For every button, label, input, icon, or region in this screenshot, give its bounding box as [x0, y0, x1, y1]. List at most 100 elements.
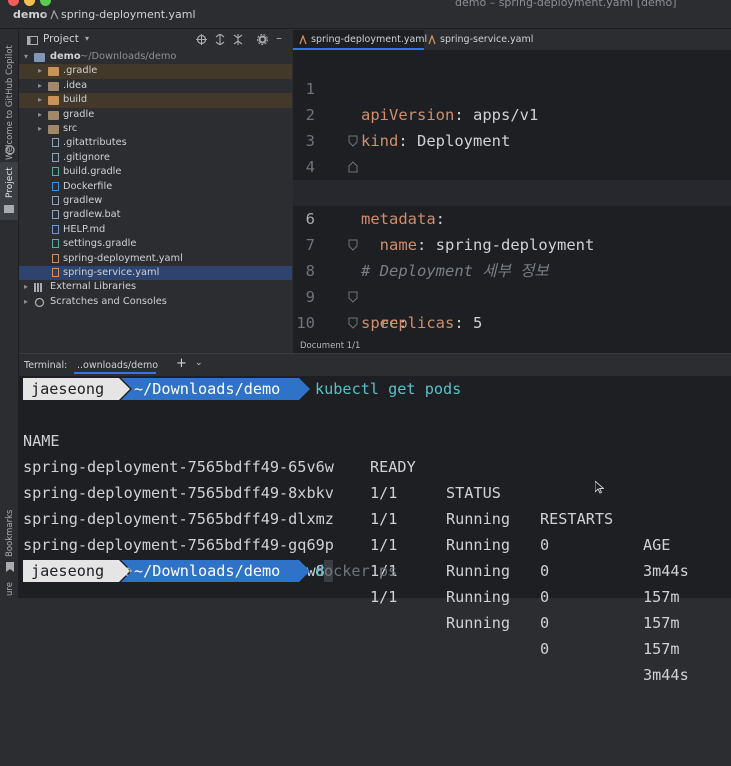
- yaml-file-icon: [428, 35, 436, 45]
- tree-item-spring-service[interactable]: spring-service.yaml: [19, 266, 292, 281]
- tree-item-scratches[interactable]: ▸ Scratches and Consoles: [19, 295, 292, 309]
- chevron-right-icon[interactable]: ▸: [35, 122, 45, 136]
- tree-item-gradlew-bat[interactable]: gradlew.bat: [19, 208, 292, 222]
- chevron-down-icon[interactable]: ⌄: [195, 358, 203, 368]
- collapse-all-icon[interactable]: [233, 34, 243, 45]
- chevron-right-icon[interactable]: ▸: [35, 64, 45, 78]
- project-view-title[interactable]: Project: [43, 33, 79, 45]
- copilot-tool-window-button[interactable]: Welcome to GitHub Copilot: [5, 45, 15, 160]
- prompt-user: jaeseong: [31, 380, 105, 398]
- pod-status: Running: [446, 614, 511, 632]
- tree-item-label: settings.gradle: [63, 238, 137, 250]
- module-folder-icon: [34, 53, 45, 62]
- fold-icon[interactable]: [348, 239, 358, 251]
- table-row: spring-deployment-7565bdff49-gq69p 1/1 R…: [23, 506, 723, 658]
- fold-end-icon[interactable]: [348, 161, 358, 173]
- fold-icon[interactable]: [348, 135, 358, 147]
- markdown-file-icon: [52, 224, 59, 234]
- tree-item-spring-deployment[interactable]: spring-deployment.yaml: [19, 252, 292, 266]
- tree-item-gradlew[interactable]: gradlew: [19, 194, 292, 208]
- tree-item-label: .idea: [63, 79, 88, 91]
- tree-item-help-md[interactable]: HELP.md: [19, 223, 292, 237]
- title-bar: demo – spring-deployment.yaml [demo] dem…: [0, 0, 731, 29]
- code-line: 3: [293, 102, 731, 150]
- command-typed: d: [315, 562, 325, 580]
- tab-spring-deployment[interactable]: spring-deployment.yaml: [293, 30, 427, 50]
- tree-item-label: spring-service.yaml: [63, 267, 160, 278]
- chevron-right-icon[interactable]: ▸: [21, 295, 31, 309]
- structure-tool-window-button[interactable]: ure: [5, 582, 15, 596]
- breadcrumb-file[interactable]: spring-deployment.yaml: [61, 8, 196, 21]
- tree-item-label: Scratches and Consoles: [50, 295, 167, 307]
- tree-item-gradle-cache[interactable]: ▸ .gradle: [19, 64, 292, 79]
- code-line: 9 replicas: 5: [293, 258, 731, 332]
- chevron-down-icon[interactable]: ▾: [85, 34, 89, 43]
- tree-item-gitattributes[interactable]: .gitattributes: [19, 136, 292, 150]
- pod-status: Running: [446, 588, 511, 606]
- yaml-file-icon: [299, 35, 307, 45]
- tree-item-label: demo: [50, 51, 81, 62]
- hide-panel-icon[interactable]: –: [276, 31, 282, 45]
- tree-item-build-gradle[interactable]: build.gradle: [19, 165, 292, 179]
- terminal-output[interactable]: jaeseong ~/Downloads/demo kubectl get po…: [19, 376, 731, 684]
- tree-item-dockerfile[interactable]: Dockerfile: [19, 180, 292, 194]
- tree-item-label: External Libraries: [50, 281, 137, 293]
- tree-item-label: build.gradle: [63, 166, 122, 178]
- code-line: 1 apiVersion: apps/v1: [293, 50, 731, 124]
- tree-item-gitignore[interactable]: .gitignore: [19, 151, 292, 165]
- pod-restarts: 0: [540, 640, 550, 658]
- tree-item-label: .gitattributes: [63, 137, 127, 149]
- folder-icon: [4, 205, 14, 213]
- chevron-right-icon[interactable]: ▸: [21, 280, 31, 294]
- pod-age: 157m: [643, 640, 680, 658]
- locate-file-icon[interactable]: [196, 34, 207, 45]
- chevron-right-icon[interactable]: ▸: [35, 108, 45, 122]
- tree-item-label: build: [63, 94, 88, 106]
- tree-item-demo[interactable]: ▾ demo ~/Downloads/demo: [19, 50, 292, 64]
- tree-item-label: Dockerfile: [63, 180, 113, 192]
- expand-all-icon[interactable]: [215, 34, 225, 45]
- terminal-prompt-line: jaeseong ~/Downloads/demo kubectl get po…: [23, 376, 723, 402]
- close-window-button[interactable]: [8, 0, 19, 6]
- scratches-icon: [34, 297, 45, 307]
- left-tool-stripe: Welcome to GitHub Copilot Project Bookma…: [0, 30, 19, 598]
- tree-item-gradle[interactable]: ▸ gradle: [19, 108, 292, 122]
- pod-age: 3m44s: [643, 666, 689, 684]
- code-line-current: 6: [293, 180, 731, 228]
- table-row: spring-deployment-7565bdff49-x9w8t 1/1 R…: [23, 532, 723, 684]
- fold-icon[interactable]: [348, 317, 358, 329]
- prompt-user: jaeseong: [31, 562, 105, 580]
- tree-item-idea[interactable]: ▸ .idea: [19, 79, 292, 93]
- pod-ready: 1/1: [370, 588, 398, 606]
- terminal-tab[interactable]: ..ownloads/demo: [74, 356, 158, 374]
- chevron-right-icon[interactable]: ▸: [35, 93, 45, 107]
- tree-item-build[interactable]: ▸ build: [19, 93, 292, 108]
- project-view-icon: [27, 36, 38, 45]
- chevron-right-icon[interactable]: ▸: [35, 79, 45, 93]
- tab-spring-service[interactable]: spring-service.yaml: [424, 30, 533, 50]
- tree-item-src[interactable]: ▸ src: [19, 122, 292, 136]
- mouse-pointer-icon: [595, 481, 604, 494]
- add-terminal-icon[interactable]: +: [176, 356, 187, 371]
- fold-icon[interactable]: [348, 291, 358, 303]
- yaml-file-icon: [50, 10, 59, 20]
- document-indicator[interactable]: Document 1/1: [300, 341, 360, 351]
- tree-item-external-libraries[interactable]: ▸ External Libraries: [19, 280, 292, 294]
- yaml-file-icon: [52, 253, 59, 263]
- table-header: NAME READY STATUS RESTARTS AGE: [23, 402, 723, 554]
- minimize-window-button[interactable]: [24, 0, 35, 6]
- zoom-window-button[interactable]: [40, 0, 51, 6]
- code-line: 7 # Deployment 세부 정보: [293, 206, 731, 280]
- tree-item-settings-gradle[interactable]: settings.gradle: [19, 237, 292, 251]
- gear-icon[interactable]: [257, 34, 268, 45]
- window-title: demo – spring-deployment.yaml [demo]: [455, 0, 677, 9]
- bookmarks-tool-window-button[interactable]: Bookmarks: [5, 510, 15, 558]
- library-icon: [34, 283, 42, 293]
- project-tool-window-button[interactable]: Project: [0, 162, 18, 220]
- tree-item-label: .gradle: [63, 65, 98, 77]
- code-line: 2 kind: Deployment: [293, 76, 731, 150]
- command-autosuggestion: ocker ps: [324, 562, 398, 580]
- folder-icon: [48, 110, 59, 120]
- chevron-down-icon[interactable]: ▾: [21, 50, 31, 64]
- editor-tabs: spring-deployment.yaml spring-service.ya…: [293, 30, 731, 51]
